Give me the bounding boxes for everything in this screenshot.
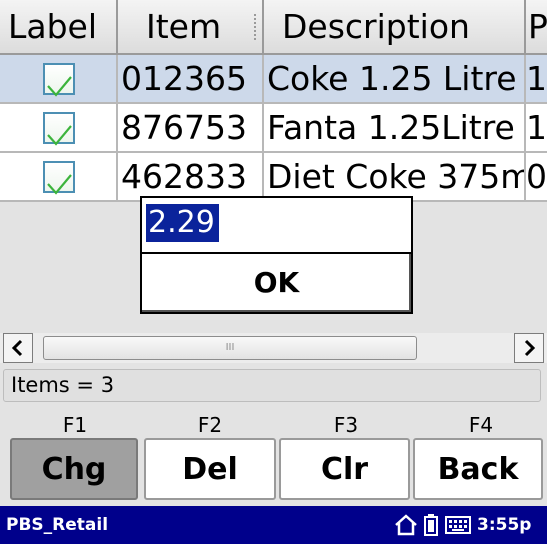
chevron-left-icon bbox=[11, 339, 23, 357]
scroll-thumb-grip: III bbox=[225, 342, 235, 353]
scroll-left-button[interactable] bbox=[3, 333, 33, 363]
value-input-text: 2.29 bbox=[146, 204, 219, 242]
column-header-label[interactable]: Label bbox=[0, 0, 118, 55]
p-cell: 1 bbox=[526, 55, 547, 104]
del-button[interactable]: Del bbox=[144, 438, 276, 500]
clr-button[interactable]: Clr bbox=[279, 438, 410, 500]
label-cell bbox=[0, 55, 118, 104]
horizontal-scrollbar[interactable]: III bbox=[0, 333, 547, 363]
chg-button[interactable]: Chg bbox=[10, 438, 138, 500]
table-row[interactable]: 876753 Fanta 1.25Litre 1 bbox=[0, 104, 547, 153]
column-header-p[interactable]: P bbox=[526, 0, 547, 55]
p-cell: 0 bbox=[526, 153, 547, 202]
description-cell: Coke 1.25 Litre bbox=[264, 55, 526, 104]
column-resize-grip[interactable] bbox=[254, 14, 259, 40]
battery-icon[interactable] bbox=[424, 514, 438, 540]
description-cell: Fanta 1.25Litre bbox=[264, 104, 526, 153]
column-header-description[interactable]: Description bbox=[264, 0, 526, 55]
home-icon[interactable] bbox=[394, 514, 418, 540]
items-count: Items = 3 bbox=[11, 373, 115, 397]
taskbar: PBS_Retail 3:55p bbox=[0, 506, 547, 544]
label-checkbox[interactable] bbox=[43, 63, 75, 97]
description-cell: Diet Coke 375ml bbox=[264, 153, 526, 202]
item-cell: 462833 bbox=[118, 153, 264, 202]
checkmark-icon bbox=[47, 76, 72, 97]
table-row[interactable]: 462833 Diet Coke 375ml 0 bbox=[0, 153, 547, 202]
back-button[interactable]: Back bbox=[413, 438, 543, 500]
clock[interactable]: 3:55p bbox=[477, 506, 531, 544]
f2-label: F2 bbox=[197, 413, 223, 437]
label-cell bbox=[0, 153, 118, 202]
checkmark-icon bbox=[47, 125, 72, 146]
item-cell: 012365 bbox=[118, 55, 264, 104]
f4-label: F4 bbox=[468, 413, 494, 437]
f3-label: F3 bbox=[333, 413, 359, 437]
value-input[interactable]: 2.29 bbox=[140, 196, 413, 254]
ok-button[interactable]: OK bbox=[140, 252, 413, 314]
label-checkbox[interactable] bbox=[43, 161, 75, 195]
table-row[interactable]: 012365 Coke 1.25 Litre 1 bbox=[0, 55, 547, 104]
scroll-right-button[interactable] bbox=[514, 333, 544, 363]
f1-label: F1 bbox=[62, 413, 88, 437]
column-header-item[interactable]: Item bbox=[118, 0, 264, 55]
checkmark-icon bbox=[47, 174, 72, 195]
scroll-thumb[interactable]: III bbox=[43, 336, 417, 360]
item-cell: 876753 bbox=[118, 104, 264, 153]
status-bar: Items = 3 bbox=[3, 369, 541, 402]
label-checkbox[interactable] bbox=[43, 112, 75, 146]
app-name: PBS_Retail bbox=[6, 515, 109, 535]
p-cell: 1 bbox=[526, 104, 547, 153]
keyboard-icon[interactable] bbox=[445, 516, 471, 538]
chevron-right-icon bbox=[524, 339, 536, 357]
label-cell bbox=[0, 104, 118, 153]
